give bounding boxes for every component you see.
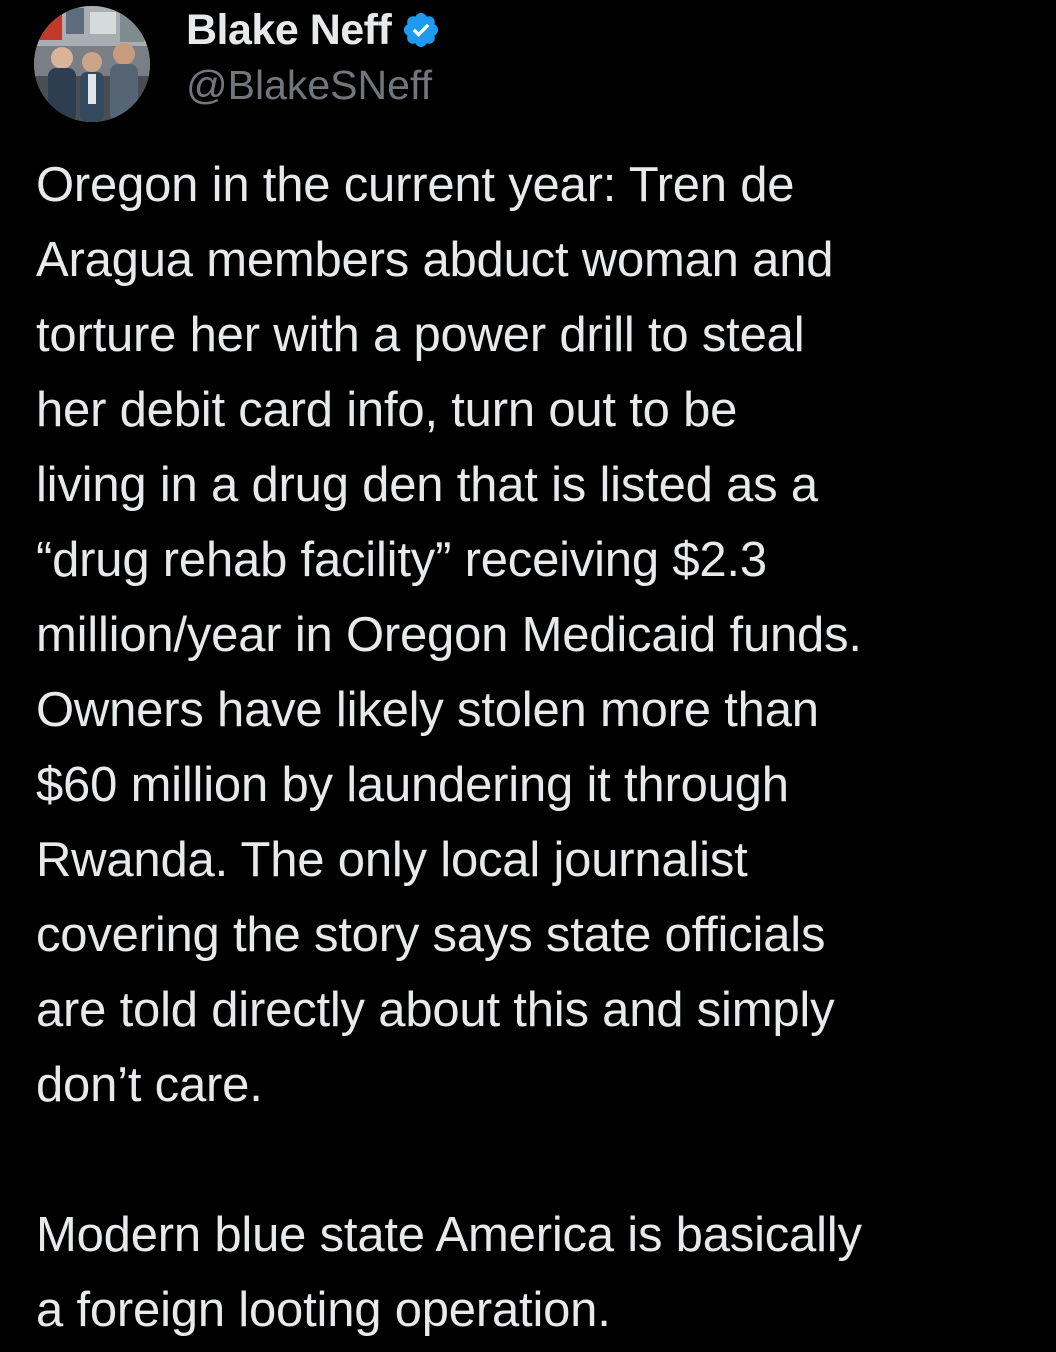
author-name-row[interactable]: Blake Neff — [186, 4, 441, 56]
tweet-card: Blake Neff @BlakeSNeff Oregon in the cur… — [0, 0, 1056, 1352]
avatar-photo — [34, 6, 150, 122]
author-handle[interactable]: @BlakeSNeff — [186, 62, 432, 109]
author-display-name[interactable]: Blake Neff — [186, 6, 392, 55]
tweet-text-paragraph-1: Oregon in the current year: Tren de Arag… — [36, 158, 862, 1112]
tweet-text-paragraph-2: Modern blue state America is basically a… — [36, 1208, 862, 1337]
verified-badge-icon — [401, 10, 441, 50]
avatar[interactable] — [34, 6, 150, 122]
